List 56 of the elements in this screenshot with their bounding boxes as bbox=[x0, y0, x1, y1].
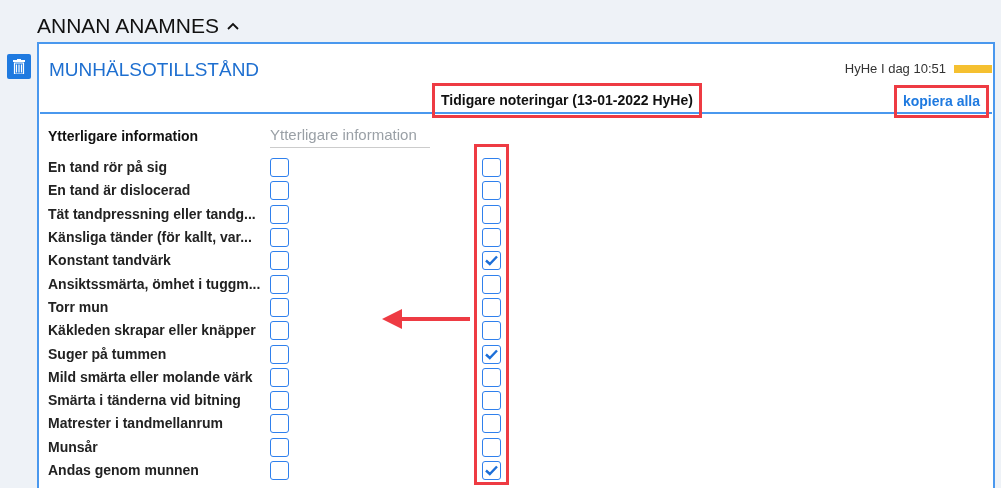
checkbox[interactable] bbox=[482, 297, 501, 317]
checkbox[interactable] bbox=[270, 228, 289, 248]
checkbox[interactable] bbox=[482, 158, 501, 178]
checkbox[interactable] bbox=[270, 297, 289, 317]
symptom-label: Ansiktssmärta, ömhet i tuggm... bbox=[48, 274, 262, 294]
checkbox[interactable] bbox=[482, 461, 501, 480]
checkmark-icon bbox=[485, 465, 498, 476]
symptom-label: Mild smärta eller molande värk bbox=[48, 367, 254, 387]
checkbox[interactable] bbox=[270, 204, 289, 224]
delete-button[interactable] bbox=[6, 54, 31, 79]
checkbox[interactable] bbox=[270, 391, 289, 411]
checkbox[interactable] bbox=[270, 181, 289, 201]
trash-icon bbox=[12, 59, 25, 74]
checkbox[interactable] bbox=[482, 391, 501, 411]
checkbox[interactable] bbox=[482, 344, 501, 364]
symptom-label: Käkleden skrapar eller knäpper bbox=[48, 321, 257, 341]
section-title: ANNAN ANAMNES bbox=[37, 13, 220, 40]
symptom-label: Smärta i tänderna vid bitning bbox=[48, 391, 242, 411]
symptom-label: Konstant tandvärk bbox=[48, 251, 172, 271]
symptom-label: Tät tandpressning eller tandg... bbox=[48, 204, 257, 224]
previous-notes-heading: Tidigare noteringar (13-01-2022 HyHe) bbox=[432, 82, 702, 118]
checkbox[interactable] bbox=[482, 251, 501, 271]
symptom-label: Känsliga tänder (för kallt, var... bbox=[48, 228, 253, 248]
symptom-label: Munsår bbox=[48, 437, 99, 457]
checkbox[interactable] bbox=[270, 414, 289, 434]
checkbox[interactable] bbox=[482, 181, 501, 201]
checkbox[interactable] bbox=[482, 228, 501, 248]
checkbox[interactable] bbox=[482, 367, 501, 387]
caret-up-icon[interactable] bbox=[227, 22, 240, 30]
symptom-label: Matrester i tandmellanrum bbox=[48, 414, 225, 434]
checkbox[interactable] bbox=[270, 367, 289, 387]
field-label: Ytterligare information bbox=[48, 126, 200, 146]
symptom-label: Andas genom munnen bbox=[48, 461, 200, 480]
checkbox[interactable] bbox=[270, 437, 289, 457]
checkbox[interactable] bbox=[270, 461, 289, 480]
checkbox[interactable] bbox=[482, 274, 501, 294]
status-bar bbox=[954, 64, 992, 73]
checkmark-icon bbox=[485, 348, 498, 360]
input-field[interactable]: Ytterligare information bbox=[270, 124, 430, 148]
timestamp: HyHe I dag 10:51 bbox=[844, 60, 946, 78]
checkbox[interactable] bbox=[270, 251, 289, 271]
checkbox[interactable] bbox=[270, 274, 289, 294]
symptom-label: Torr mun bbox=[48, 297, 110, 317]
checkbox[interactable] bbox=[270, 344, 289, 364]
symptom-label: En tand är dislocerad bbox=[48, 181, 192, 201]
symptom-label: Suger på tummen bbox=[48, 344, 168, 364]
checkbox[interactable] bbox=[482, 321, 501, 341]
card-title: MUNHÄLSOTILLSTÅND bbox=[49, 58, 260, 82]
checkbox[interactable] bbox=[482, 204, 501, 224]
copy-all-link[interactable]: kopiera alla bbox=[893, 84, 989, 118]
symptom-label: En tand rör på sig bbox=[48, 158, 168, 178]
checkmark-icon bbox=[485, 255, 498, 267]
checkbox[interactable] bbox=[482, 437, 501, 457]
checkbox[interactable] bbox=[482, 414, 501, 434]
checkbox[interactable] bbox=[270, 158, 289, 178]
checkbox[interactable] bbox=[270, 321, 289, 341]
